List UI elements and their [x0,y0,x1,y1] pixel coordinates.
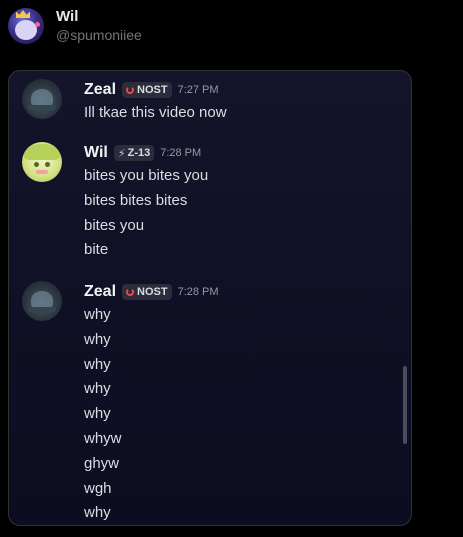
message-line: bite [84,241,109,259]
server-tag[interactable]: NOST [122,82,172,98]
avatar-wil[interactable] [22,142,62,182]
message-line: why [84,330,111,348]
message-line: bites you [84,216,145,234]
message-line: why [84,405,111,423]
message-line: whyw [84,429,122,447]
username[interactable]: Zeal [84,283,116,301]
message-line: why [84,504,111,522]
avatar-eye [45,162,50,167]
message-header: Wil ⚡ Z-13 7:28 PM [84,142,392,164]
message-line: Ill tkae this video now [84,104,227,121]
username[interactable]: Zeal [84,81,116,99]
post-header: Wil @spumoniiee [8,8,142,44]
message-line: wgh [84,479,112,497]
timestamp: 7:28 PM [177,286,219,298]
page: Wil @spumoniiee Zeal NOST 7:27 PM Ill tk… [0,0,463,537]
author-names: Wil @spumoniiee [56,8,142,44]
avatar-zeal[interactable] [22,281,62,321]
red-circle-icon [126,288,135,296]
message-header: Zeal NOST 7:27 PM [84,79,392,101]
server-tag-label: NOST [137,286,168,298]
crown-icon [16,10,30,18]
avatar-base [28,105,56,110]
media-card[interactable]: Zeal NOST 7:27 PM Ill tkae this video no… [8,70,412,526]
message-line: bites bites bites [84,191,188,209]
timestamp: 7:27 PM [177,84,219,96]
avatar-eye [34,162,39,167]
server-tag-label: Z-13 [127,147,151,159]
username[interactable]: Wil [84,144,108,162]
message-line: why [84,380,111,398]
avatar-base [28,307,56,312]
message-body: Wil ⚡ Z-13 7:28 PM bites you bites you b… [84,142,392,263]
avatar-blush [36,170,48,174]
avatar-zeal[interactable] [22,79,62,119]
red-circle-icon [126,86,135,94]
author-avatar[interactable] [8,8,44,44]
sparkle-icon [35,22,40,27]
message-line: why [84,355,111,373]
message-body: Zeal NOST 7:27 PM Ill tkae this video no… [84,79,392,126]
timestamp: 7:28 PM [160,147,202,159]
message-header: Zeal NOST 7:28 PM [84,281,392,303]
message-line: why [84,306,111,323]
message-line: ghyw [84,454,120,472]
avatar-face [15,20,37,40]
author-handle[interactable]: @spumoniiee [56,26,142,44]
server-tag[interactable]: ⚡ Z-13 [113,145,155,161]
scrollbar[interactable] [403,366,407,444]
server-tag[interactable]: NOST [122,284,172,300]
lightning-bolt-icon: ⚡ [117,147,126,160]
avatar-hair [24,144,60,160]
message-line: bites you bites you [84,167,209,184]
author-display-name[interactable]: Wil [56,8,142,26]
server-tag-label: NOST [137,84,168,96]
message-body: Zeal NOST 7:28 PM why why why why why wh… [84,281,392,525]
